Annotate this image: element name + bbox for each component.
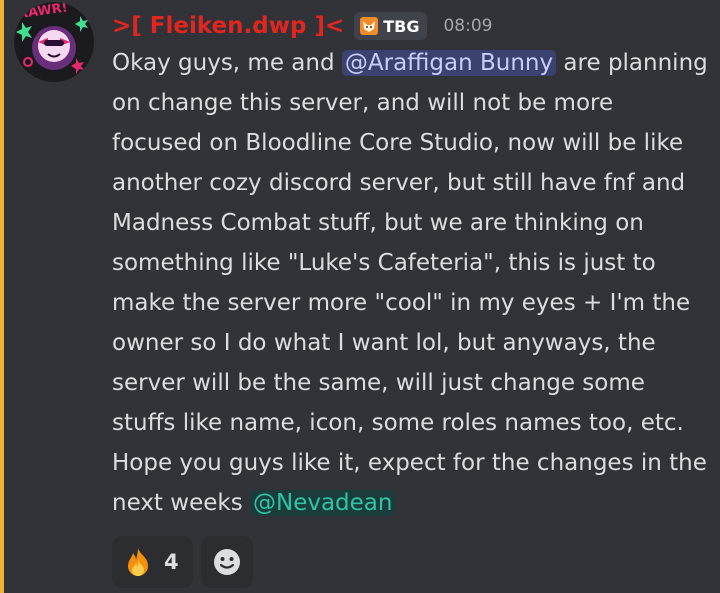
message-container: RAWR! >[ Fleiken.dwp ]< TBG 08:09 Okay g… [0,0,720,593]
message-content: Okay guys, me and @Araffigan Bunny are p… [112,43,710,523]
reactions-bar: 4 [112,536,253,588]
tag-fox-icon [360,17,379,35]
role-mention[interactable]: @Nevadean [250,490,396,516]
message-header: >[ Fleiken.dwp ]< TBG 08:09 [112,10,492,42]
message-text: are planning on change this server, and … [112,50,708,516]
message-text: Okay guys, me and [112,50,342,76]
add-reaction-button[interactable] [200,536,253,588]
server-tag-label: TBG [383,16,420,36]
username[interactable]: >[ Fleiken.dwp ]< [112,13,344,39]
reaction-count: 4 [164,550,179,574]
fire-icon [128,548,148,576]
reaction-fire[interactable]: 4 [112,536,193,588]
server-tag[interactable]: TBG [354,12,428,40]
timestamp[interactable]: 08:09 [443,16,492,36]
mention-highlight-bar [0,0,4,593]
avatar[interactable]: RAWR! [14,2,94,82]
add-reaction-icon [213,549,240,575]
user-mention[interactable]: @Araffigan Bunny [341,50,557,76]
